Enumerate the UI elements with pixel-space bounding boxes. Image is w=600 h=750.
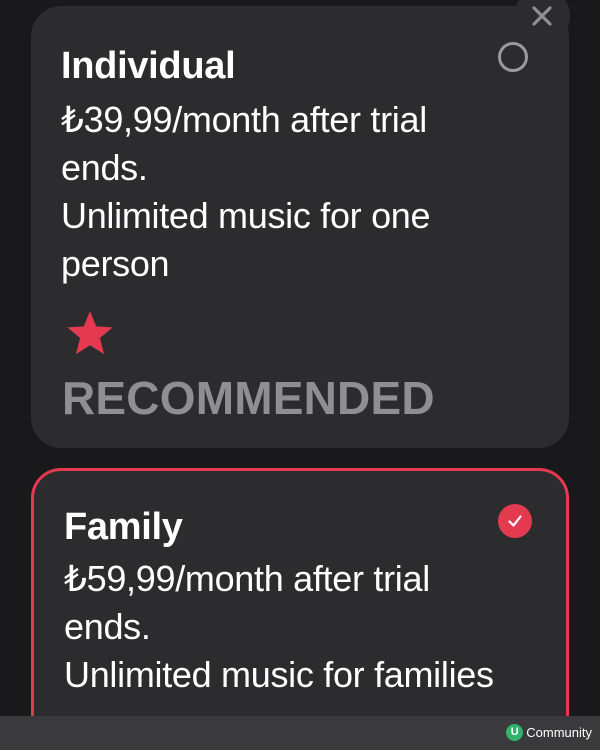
checkmark-icon	[508, 515, 522, 527]
plan-price: ₺39,99/month after trial ends.	[61, 99, 427, 188]
recommended-badge: RECOMMENDED	[62, 372, 435, 424]
plan-details: ₺39,99/month after trial ends. Unlimited…	[61, 96, 509, 288]
close-icon	[532, 6, 552, 26]
plan-details: ₺59,99/month after trial ends. Unlimited…	[64, 555, 506, 699]
subscription-plan-sheet: Individual ₺39,99/month after trial ends…	[0, 0, 600, 750]
plan-name: Family	[64, 506, 183, 548]
plan-name: Individual	[61, 45, 236, 87]
checkmark-selected-icon[interactable]	[498, 504, 532, 538]
radio-unselected-icon[interactable]	[498, 42, 528, 72]
plan-price: ₺59,99/month after trial ends.	[64, 558, 430, 647]
community-logo-letter: U	[510, 726, 519, 738]
watermark-bar: U Community	[0, 716, 600, 750]
plan-description: Unlimited music for one person	[61, 195, 431, 284]
community-watermark: U Community	[506, 724, 592, 741]
plan-card-family[interactable]: Family ₺59,99/month after trial ends. Un…	[31, 468, 569, 750]
plan-card-individual[interactable]: Individual ₺39,99/month after trial ends…	[31, 6, 569, 448]
star-icon	[67, 311, 113, 355]
community-label: Community	[526, 725, 592, 740]
community-logo-icon: U	[506, 724, 524, 741]
plan-description: Unlimited music for families	[64, 654, 494, 695]
